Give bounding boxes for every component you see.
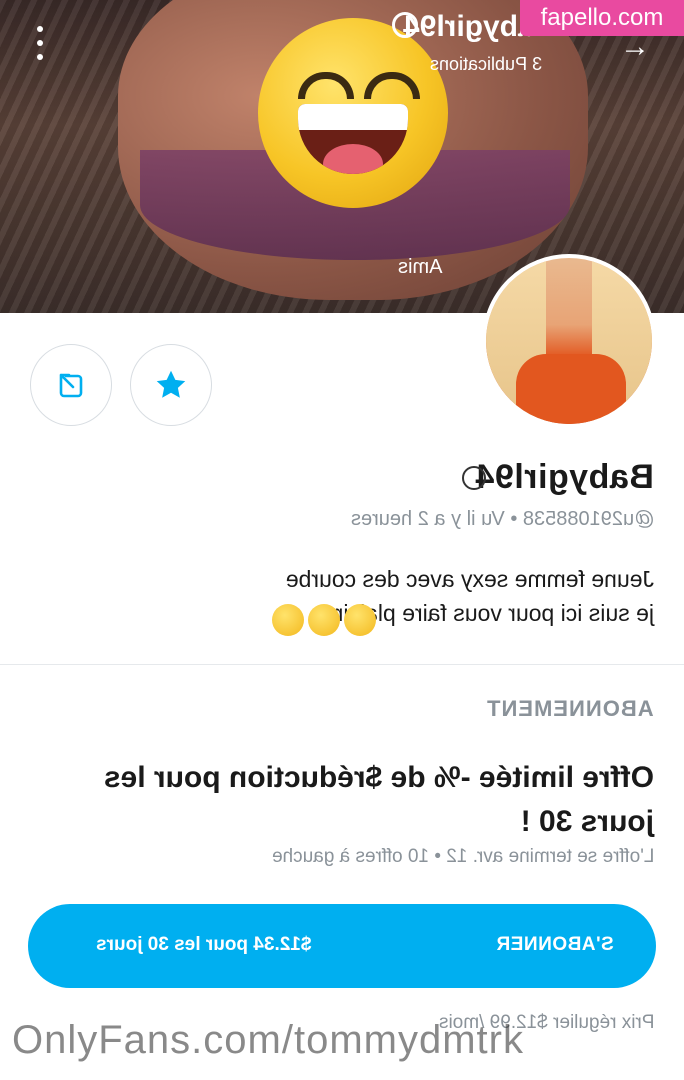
kiss-emoji-icon [344, 604, 376, 636]
favorite-button[interactable] [130, 344, 212, 426]
profile-handle: @u291088538 • Vu il y a 2 heures [350, 508, 654, 530]
avatar[interactable] [482, 254, 656, 428]
amis-label: Amis [398, 256, 443, 278]
offer-title: Offre limitée -% de $réduction pour les … [103, 761, 654, 838]
watermark-top: fapello.com [520, 0, 684, 36]
avatar-top [516, 354, 626, 424]
share-button[interactable] [30, 344, 112, 426]
offer-meta: L'offre se termine avr. 12 • 10 offres à… [271, 846, 654, 867]
publications-count: 3 Publications [430, 54, 543, 74]
censor-emoji-icon [258, 18, 448, 208]
subscribe-button[interactable]: S'ABONNER $12.34 pour les 30 jours [28, 904, 656, 988]
divider [0, 664, 684, 665]
emoji-mouth [298, 104, 408, 174]
menu-dots-icon[interactable] [30, 26, 50, 60]
emoji-teeth [298, 104, 408, 130]
share-icon [59, 373, 83, 398]
subscribe-button-price: $12.34 pour les 30 jours [96, 934, 312, 955]
verified-badge-icon [392, 12, 418, 38]
emoji-tongue [323, 144, 383, 174]
verified-badge-icon [462, 466, 486, 490]
kiss-emoji-icon [308, 604, 340, 636]
subscribe-button-label: S'ABONNER [496, 934, 614, 955]
subscription-section-label: ABONNEMENT [486, 696, 654, 721]
bio-emojis [272, 604, 376, 636]
emoji-eye-right [364, 72, 420, 99]
emoji-eye-left [298, 72, 354, 99]
kiss-emoji-icon [272, 604, 304, 636]
watermark-bottom: OnlyFans.com/tommydmtrk [12, 1018, 524, 1062]
star-icon [156, 370, 186, 398]
profile-name: Babygirl94 [475, 458, 654, 496]
